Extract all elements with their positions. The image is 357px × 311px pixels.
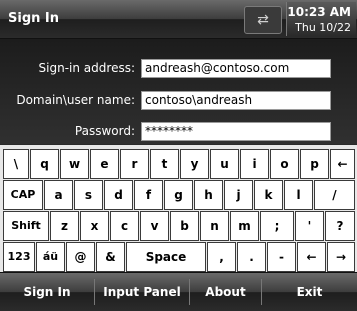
key-m[interactable]: m bbox=[230, 211, 259, 241]
key-ampersand[interactable]: & bbox=[96, 242, 125, 272]
key-v[interactable]: v bbox=[140, 211, 169, 241]
key-i[interactable]: i bbox=[240, 149, 269, 179]
key-d[interactable]: d bbox=[104, 180, 133, 210]
key-l[interactable]: l bbox=[284, 180, 313, 210]
title-bar: Sign In ⇄ 10:23 AM Thu 10/22 bbox=[0, 0, 357, 39]
key-u[interactable]: u bbox=[210, 149, 239, 179]
key-question[interactable]: ? bbox=[325, 211, 355, 241]
password-label: Password: bbox=[74, 124, 135, 138]
key-comma[interactable]: , bbox=[207, 242, 236, 272]
key-r[interactable]: r bbox=[120, 149, 149, 179]
key-f[interactable]: f bbox=[134, 180, 163, 210]
key-caps-lock[interactable]: CAP bbox=[3, 180, 43, 210]
key-y[interactable]: y bbox=[180, 149, 209, 179]
key-z[interactable]: z bbox=[50, 211, 79, 241]
key-t[interactable]: t bbox=[150, 149, 179, 179]
key-period[interactable]: . bbox=[237, 242, 266, 272]
exit-button[interactable]: Exit bbox=[262, 273, 357, 311]
clock-date: Thu 10/22 bbox=[295, 21, 351, 34]
key-semicolon[interactable]: ; bbox=[260, 211, 294, 241]
window-title: Sign In bbox=[8, 11, 59, 26]
key-c[interactable]: c bbox=[110, 211, 139, 241]
key-accents[interactable]: áü bbox=[36, 242, 65, 272]
key-backspace[interactable]: ← bbox=[330, 149, 355, 179]
signin-address-input[interactable]: andreash@contoso.com bbox=[141, 59, 331, 78]
key-shift[interactable]: Shift bbox=[3, 211, 49, 241]
key-j[interactable]: j bbox=[224, 180, 253, 210]
key-b[interactable]: b bbox=[170, 211, 199, 241]
key-backslash[interactable]: \ bbox=[3, 149, 29, 179]
key-s[interactable]: s bbox=[74, 180, 103, 210]
key-slash[interactable]: / bbox=[314, 180, 355, 210]
key-p[interactable]: p bbox=[300, 149, 329, 179]
about-button[interactable]: About bbox=[190, 273, 261, 311]
clock-time: 10:23 AM bbox=[287, 5, 351, 19]
key-right-arrow[interactable]: → bbox=[327, 242, 355, 272]
menu-bar: Sign In Input Panel About Exit bbox=[0, 272, 357, 311]
clock[interactable]: 10:23 AM Thu 10/22 bbox=[286, 2, 356, 36]
key-w[interactable]: w bbox=[60, 149, 89, 179]
key-left-arrow[interactable]: ← bbox=[297, 242, 326, 272]
key-numbers[interactable]: 123 bbox=[3, 242, 35, 272]
key-hyphen[interactable]: - bbox=[267, 242, 296, 272]
key-e[interactable]: e bbox=[90, 149, 119, 179]
sign-in-button[interactable]: Sign In bbox=[0, 273, 94, 311]
signin-address-label: Sign-in address: bbox=[38, 61, 135, 75]
key-h[interactable]: h bbox=[194, 180, 223, 210]
key-q[interactable]: q bbox=[30, 149, 59, 179]
key-space[interactable]: Space bbox=[126, 242, 206, 272]
key-g[interactable]: g bbox=[164, 180, 193, 210]
password-input[interactable]: ******** bbox=[141, 122, 331, 141]
key-x[interactable]: x bbox=[80, 211, 109, 241]
key-k[interactable]: k bbox=[254, 180, 283, 210]
key-apostrophe[interactable]: ' bbox=[295, 211, 324, 241]
domain-user-label: Domain\user name: bbox=[16, 93, 135, 107]
key-o[interactable]: o bbox=[270, 149, 299, 179]
domain-user-input[interactable]: contoso\andreash bbox=[141, 91, 331, 110]
input-panel-button[interactable]: Input Panel bbox=[95, 273, 189, 311]
key-at[interactable]: @ bbox=[66, 242, 95, 272]
sign-in-form: Sign-in address: andreash@contoso.com Do… bbox=[0, 39, 357, 144]
key-n[interactable]: n bbox=[200, 211, 229, 241]
connectivity-icon[interactable]: ⇄ bbox=[244, 6, 282, 34]
key-a[interactable]: a bbox=[44, 180, 73, 210]
soft-keyboard: \ q w e r t y u i o p ← CAP a s d f g h … bbox=[0, 145, 357, 272]
